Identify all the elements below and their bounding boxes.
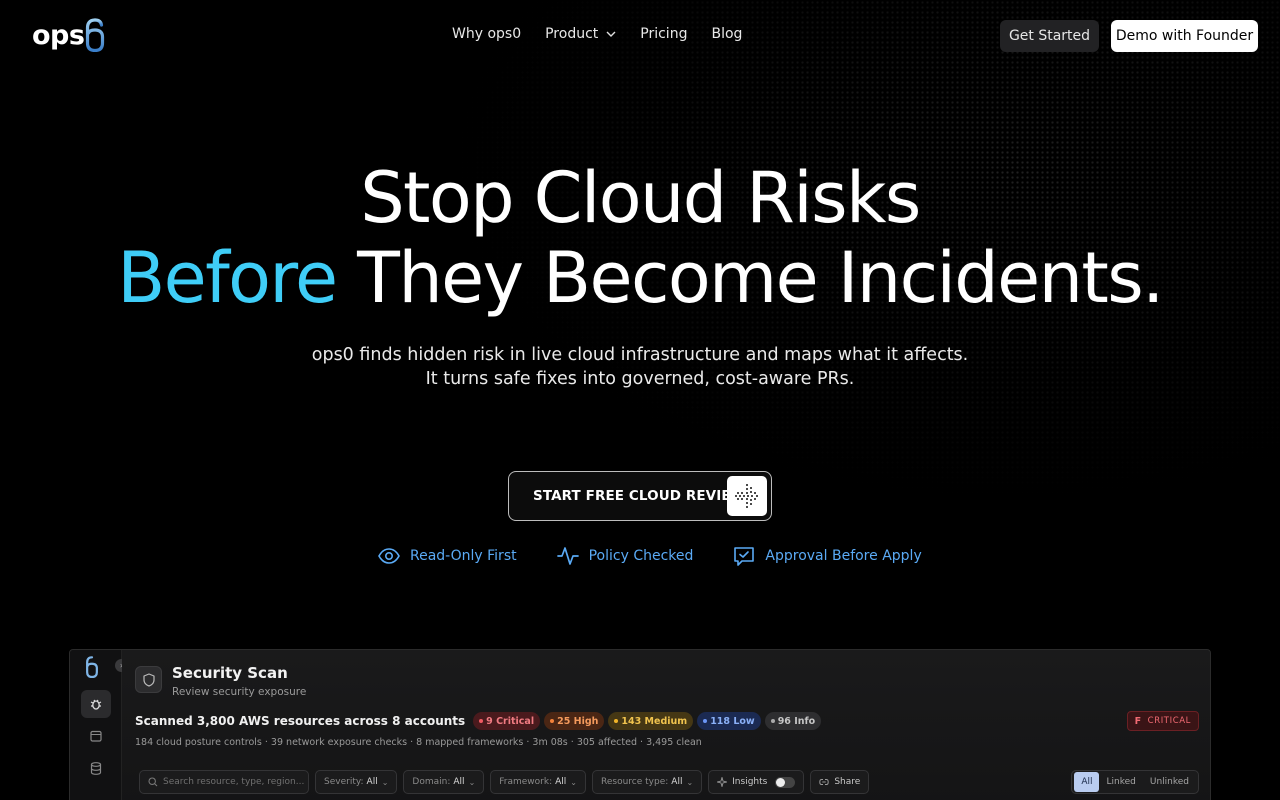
resource-type-filter[interactable]: Resource type: All ⌄ (592, 770, 703, 794)
bug-icon (90, 699, 102, 710)
low-dot-icon (703, 719, 708, 723)
page-title: Security Scan (172, 664, 288, 682)
hero-headline-rest: They Become Incidents. (336, 237, 1164, 319)
resource-type-filter-label: Resource type: (601, 777, 669, 787)
top-nav: ops Why ops0 Product Pricing Blog Get St… (0, 0, 1280, 72)
dot-grid-arrow-icon (727, 476, 767, 516)
scan-summary: Scanned 3,800 AWS resources across 8 acc… (135, 714, 466, 728)
segment-unlinked[interactable]: Unlinked (1143, 772, 1196, 792)
message-check-icon (734, 547, 755, 566)
sidebar-item-database[interactable] (81, 754, 111, 782)
domain-filter[interactable]: Domain: All ⌄ (403, 770, 485, 794)
nav-link-why[interactable]: Why ops0 (452, 26, 521, 42)
critical-dot-icon (479, 719, 484, 723)
domain-filter-value: All (453, 777, 465, 787)
hero-dot-pattern (0, 0, 1280, 640)
scan-stats: 184 cloud posture controls · 39 network … (135, 737, 702, 748)
start-free-cloud-review-button[interactable]: START FREE CLOUD REVIEW (508, 471, 772, 521)
badge-read-only-label: Read-Only First (410, 548, 517, 564)
search-input[interactable]: Search resource, type, region... (139, 770, 309, 794)
framework-filter-label: Framework: (499, 777, 553, 787)
search-placeholder: Search resource, type, region... (163, 777, 305, 787)
badge-policy-checked: Policy Checked (556, 546, 694, 566)
severity-info-badge[interactable]: 96 Info (764, 712, 822, 730)
logo[interactable]: ops (32, 16, 105, 54)
high-dot-icon (550, 719, 555, 723)
segment-all[interactable]: All (1074, 772, 1100, 792)
insights-switch[interactable] (775, 776, 796, 788)
insights-label: Insights (732, 777, 768, 787)
app-sidebar: › (70, 650, 128, 800)
severity-filter-value: All (366, 777, 378, 787)
logo-text: ops (32, 19, 85, 51)
sidebar-item-calendar[interactable] (81, 722, 111, 750)
info-dot-icon (770, 719, 775, 723)
severity-critical-badge[interactable]: 9 Critical (473, 712, 541, 730)
hero-headline-accent: Before (117, 237, 338, 319)
filter-bar: Search resource, type, region... Severit… (139, 767, 1199, 797)
scan-summary-row: Scanned 3,800 AWS resources across 8 acc… (135, 712, 825, 730)
severity-filter-label: Severity: (324, 777, 364, 787)
share-label: Share (834, 777, 861, 787)
shield-icon (135, 666, 162, 693)
search-icon (148, 777, 158, 787)
nav-link-pricing[interactable]: Pricing (640, 26, 687, 42)
grade-label: CRITICAL (1147, 716, 1191, 726)
page-subtitle: Review security exposure (172, 686, 307, 698)
logo-mark-icon (86, 18, 105, 52)
severity-high-label: 25 High (557, 715, 599, 727)
segment-linked[interactable]: Linked (1099, 772, 1142, 792)
sidebar-item-security[interactable] (81, 690, 111, 718)
insights-toggle[interactable]: Insights (708, 770, 805, 794)
severity-low-label: 118 Low (710, 715, 755, 727)
severity-medium-label: 143 Medium (621, 715, 688, 727)
security-grade-badge: F CRITICAL (1126, 711, 1199, 731)
nav-link-product[interactable]: Product (545, 26, 616, 42)
chevron-down-icon (606, 31, 616, 37)
cta-label: START FREE CLOUD REVIEW (533, 488, 746, 504)
hero-subtitle-line1: ops0 finds hidden risk in live cloud inf… (311, 345, 969, 365)
severity-medium-badge[interactable]: 143 Medium (608, 712, 694, 730)
chevron-down-icon: ⌄ (570, 777, 577, 787)
domain-filter-label: Domain: (412, 777, 451, 787)
nav-links: Why ops0 Product Pricing Blog (452, 26, 766, 42)
chevron-down-icon: ⌄ (381, 777, 389, 787)
chevron-down-icon: ⌄ (468, 777, 476, 787)
severity-filter[interactable]: Severity: All ⌄ (315, 770, 398, 794)
eye-icon (378, 548, 400, 564)
app-preview: › Security Scan Review security exposure… (69, 649, 1211, 800)
link-icon (819, 779, 830, 785)
demo-with-founder-button[interactable]: Demo with Founder (1111, 20, 1258, 52)
get-started-button[interactable]: Get Started (1000, 20, 1099, 52)
calendar-icon (90, 730, 102, 742)
badge-approval: Approval Before Apply (733, 545, 922, 567)
medium-dot-icon (614, 719, 619, 723)
framework-filter-value: All (555, 777, 567, 787)
resource-type-filter-value: All (671, 777, 683, 787)
trust-badges: Read-Only First Policy Checked Approval … (378, 545, 962, 567)
severity-critical-label: 9 Critical (486, 715, 535, 727)
severity-high-badge[interactable]: 25 High (544, 712, 605, 730)
hero-headline-line2: Before They Become Incidents. (0, 243, 1280, 313)
hero-subtitle-line2: It turns safe fixes into governed, cost-… (425, 369, 855, 389)
grade-letter: F (1134, 715, 1142, 727)
app-main: Security Scan Review security exposure S… (122, 650, 1210, 800)
badge-policy-checked-label: Policy Checked (588, 548, 694, 564)
nav-link-blog[interactable]: Blog (711, 26, 742, 42)
hero-headline-line1: Stop Cloud Risks (360, 157, 921, 239)
database-icon (90, 761, 102, 775)
severity-low-badge[interactable]: 118 Low (697, 712, 761, 730)
app-logo-icon (86, 656, 98, 678)
badge-read-only: Read-Only First (378, 548, 517, 564)
activity-pulse-icon (556, 547, 579, 565)
badge-approval-label: Approval Before Apply (765, 548, 922, 564)
severity-info-label: 96 Info (777, 715, 816, 727)
link-filter-segmented: All Linked Unlinked (1071, 770, 1199, 794)
framework-filter[interactable]: Framework: All ⌄ (490, 770, 586, 794)
nav-link-product-label: Product (545, 26, 599, 42)
chevron-down-icon: ⌄ (686, 777, 694, 787)
share-button[interactable]: Share (810, 770, 870, 794)
sparkle-icon (717, 777, 728, 787)
